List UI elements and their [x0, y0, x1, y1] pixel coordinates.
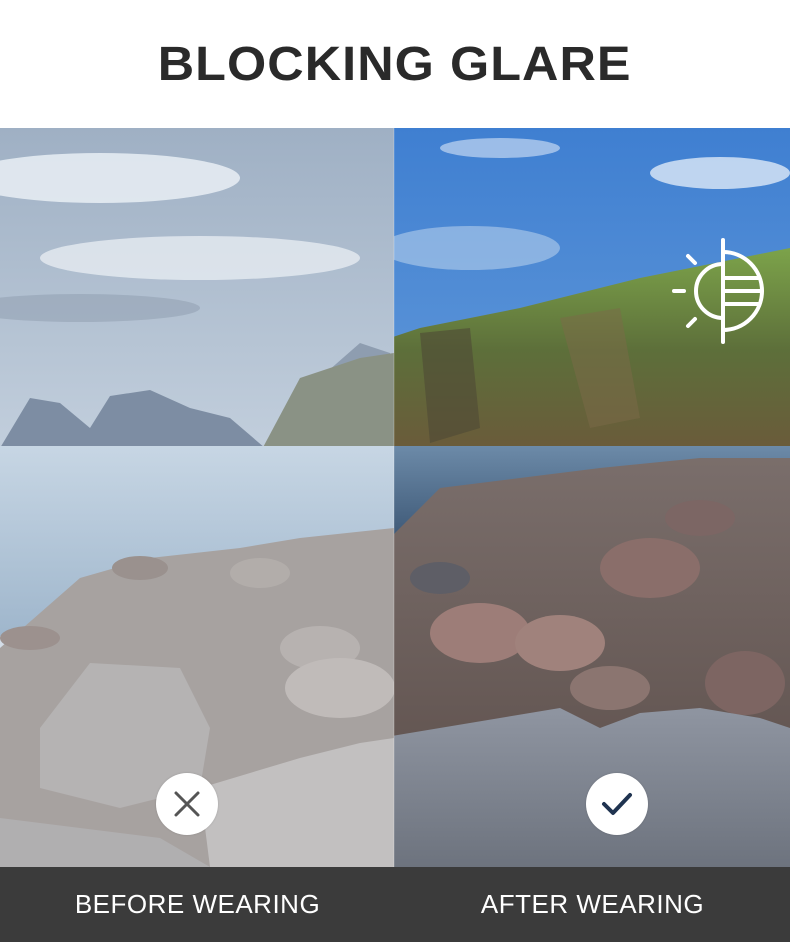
checkmark-icon	[602, 793, 632, 815]
after-badge	[586, 773, 648, 835]
x-mark-icon	[174, 791, 200, 817]
after-label: AFTER WEARING	[480, 889, 705, 919]
comparison-photo	[0, 128, 790, 867]
page-title: BLOCKING GLARE	[158, 37, 632, 91]
label-bar: BEFORE WEARING AFTER WEARING	[0, 867, 790, 942]
title-band: BLOCKING GLARE	[0, 0, 790, 128]
sun-contrast-icon	[672, 238, 764, 344]
before-label: BEFORE WEARING	[74, 889, 321, 919]
before-badge	[156, 773, 218, 835]
